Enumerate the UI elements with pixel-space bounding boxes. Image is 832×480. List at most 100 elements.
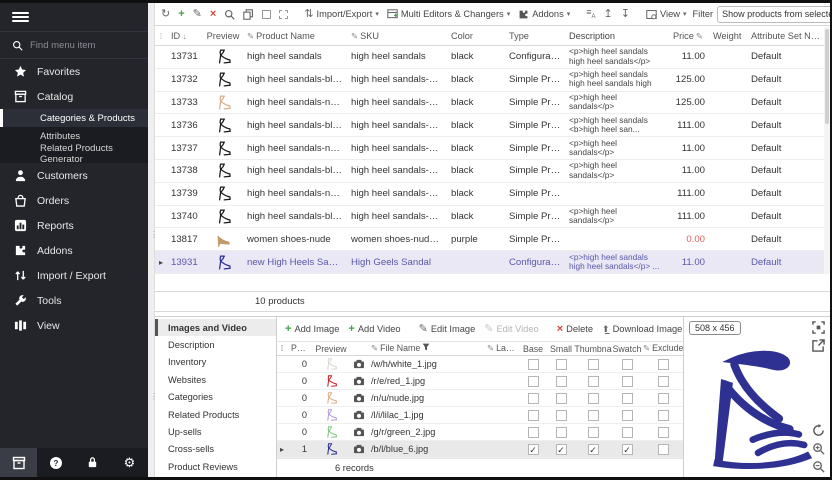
- column-header-priority[interactable]: Pr✎: [287, 343, 311, 354]
- sidebar-item-related-products-generator[interactable]: Related Products Generator: [0, 145, 148, 163]
- image-row[interactable]: ▸ 1 /b/l/blue_6.jpg ✓ ✓ ✓ ✓: [277, 441, 683, 458]
- sidebar-item-categories-products[interactable]: Categories & Products: [0, 109, 148, 127]
- column-header-thumbnail[interactable]: Thumbna: [575, 344, 611, 354]
- image-row[interactable]: 0 /r/e/red_1.jpg: [277, 373, 683, 390]
- column-header-preview[interactable]: Preview: [203, 31, 243, 41]
- checkbox-small[interactable]: ✓: [556, 444, 567, 455]
- checkbox-exclude[interactable]: [658, 444, 669, 455]
- checkbox-base[interactable]: [528, 376, 539, 387]
- sidebar-item-favorites[interactable]: Favorites: [0, 59, 148, 84]
- sidebar-item-import-export[interactable]: Import / Export: [0, 263, 148, 288]
- row-handle-header[interactable]: ⁞: [155, 32, 167, 41]
- column-header-id[interactable]: ID ↓: [167, 31, 203, 41]
- column-header-attribute-set[interactable]: Attribute Set Name: [747, 31, 824, 41]
- detail-tab-product-reviews[interactable]: Product Reviews: [155, 458, 276, 475]
- funnel-icon[interactable]: [422, 343, 430, 351]
- column-header-type[interactable]: Type: [505, 31, 565, 41]
- product-row[interactable]: 13731 high heel sandals high heel sandal…: [155, 46, 824, 69]
- column-header-file-name[interactable]: ✎File Name: [367, 343, 483, 354]
- zoom-in-icon[interactable]: [812, 442, 825, 455]
- column-header-base[interactable]: Base: [519, 344, 547, 354]
- product-row[interactable]: 13817 women shoes-nude women shoes-nude-…: [155, 228, 824, 251]
- rotate-icon[interactable]: [812, 424, 825, 437]
- checkbox-swatch[interactable]: [622, 376, 633, 387]
- detail-tab-up-sells[interactable]: Up-sells: [155, 423, 276, 440]
- detail-tab-description[interactable]: Description: [155, 336, 276, 353]
- checkbox-exclude[interactable]: [658, 359, 669, 370]
- image-row[interactable]: 0 /w/h/white_1.jpg: [277, 356, 683, 373]
- checkbox-thumbnail[interactable]: [588, 393, 599, 404]
- detail-tab-related-products[interactable]: Related Products: [155, 406, 276, 423]
- column-header-preview[interactable]: Preview: [311, 344, 351, 354]
- select-range-button[interactable]: [277, 9, 290, 20]
- sidebar-item-view[interactable]: View: [0, 313, 148, 338]
- addons-menu[interactable]: Addons▾: [516, 8, 572, 21]
- add-image-button[interactable]: +Add Image: [283, 323, 341, 336]
- menu-search-input[interactable]: [30, 40, 130, 51]
- checkbox-exclude[interactable]: [658, 410, 669, 421]
- column-header-weight[interactable]: Weight: [709, 31, 747, 41]
- detail-tab-websites[interactable]: Websites: [155, 371, 276, 388]
- sidebar-search[interactable]: [0, 31, 148, 59]
- image-row[interactable]: 0 /l/i/lilac_1.jpg: [277, 407, 683, 424]
- column-header-small[interactable]: Small: [547, 344, 575, 354]
- checkbox-small[interactable]: [556, 393, 567, 404]
- image-row[interactable]: 0 /n/u/nude.jpg: [277, 390, 683, 407]
- column-header-exclude[interactable]: ✎Exclude: [643, 343, 683, 354]
- open-external-icon[interactable]: [812, 339, 825, 352]
- delete-image-button[interactable]: ×Delete: [555, 323, 595, 336]
- checkbox-base[interactable]: ✓: [528, 444, 539, 455]
- edit-product-button[interactable]: ✎: [191, 8, 204, 21]
- scrollbar-thumb[interactable]: [825, 29, 829, 124]
- product-row[interactable]: 13732 high heel sandals-black high heel …: [155, 69, 824, 92]
- import-export-menu[interactable]: ⇅Import/Export▾: [302, 8, 381, 21]
- add-product-button[interactable]: +: [176, 8, 186, 21]
- checkbox-small[interactable]: [556, 427, 567, 438]
- checkbox-small[interactable]: [556, 376, 567, 387]
- checkbox-exclude[interactable]: [658, 376, 669, 387]
- image-row[interactable]: 0 /g/r/green_2.jpg: [277, 424, 683, 441]
- checkbox-swatch[interactable]: [622, 359, 633, 370]
- product-row[interactable]: 13733 high heel sandals-nude high heel s…: [155, 92, 824, 115]
- column-header-price[interactable]: Price✎: [665, 31, 709, 42]
- row-handle-header[interactable]: ⁞: [277, 344, 287, 353]
- detail-tab-cross-sells[interactable]: Cross-sells: [155, 441, 276, 458]
- checkbox-swatch[interactable]: [622, 393, 633, 404]
- detail-tab-inventory[interactable]: Inventory: [155, 354, 276, 371]
- checkbox-thumbnail[interactable]: ✓: [588, 444, 599, 455]
- checkbox-exclude[interactable]: [658, 427, 669, 438]
- edit-video-button[interactable]: ✎Edit Video: [482, 323, 540, 336]
- lock-button[interactable]: [74, 448, 111, 477]
- view-menu[interactable]: View▾: [644, 8, 689, 21]
- sidebar-item-addons[interactable]: Addons: [0, 238, 148, 263]
- multi-editors-menu[interactable]: Multi Editors & Changers▾: [385, 8, 512, 21]
- delete-product-button[interactable]: ×: [208, 8, 218, 21]
- checkbox-exclude[interactable]: [658, 393, 669, 404]
- select-all-button[interactable]: [260, 9, 273, 20]
- zoom-out-icon[interactable]: [812, 460, 825, 473]
- settings-button[interactable]: ⚙: [111, 448, 148, 477]
- column-header-color[interactable]: Color: [447, 31, 505, 41]
- sidebar-item-reports[interactable]: Reports: [0, 213, 148, 238]
- column-header-label[interactable]: ✎Label: [483, 343, 519, 354]
- product-row[interactable]: 13737 high heel sandals-nude-36 high hee…: [155, 137, 824, 160]
- move-bottom-button[interactable]: ↧: [619, 8, 632, 21]
- duplicate-button[interactable]: [241, 8, 256, 21]
- hamburger-menu-button[interactable]: [0, 3, 148, 31]
- column-header-description[interactable]: Description: [565, 31, 665, 42]
- fit-screen-icon[interactable]: [812, 321, 825, 334]
- product-row[interactable]: 13738 high heel sandals-black-37 high he…: [155, 160, 824, 183]
- checkbox-small[interactable]: [556, 410, 567, 421]
- checkbox-base[interactable]: [528, 427, 539, 438]
- checkbox-thumbnail[interactable]: [588, 376, 599, 387]
- product-row[interactable]: ▸ 13931 new High Heels Sandals High Geel…: [155, 251, 824, 274]
- sort-button[interactable]: ≡A: [584, 7, 597, 21]
- checkbox-thumbnail[interactable]: [588, 427, 599, 438]
- detail-tab-categories[interactable]: Categories: [155, 389, 276, 406]
- checkbox-swatch[interactable]: [622, 427, 633, 438]
- checkbox-small[interactable]: [556, 359, 567, 370]
- checkbox-thumbnail[interactable]: [588, 359, 599, 370]
- detail-tab-images-and-video[interactable]: Images and Video: [155, 319, 276, 336]
- product-row[interactable]: 13736 high heel sandals-black-36 high he…: [155, 114, 824, 137]
- help-button[interactable]: ?: [37, 448, 74, 477]
